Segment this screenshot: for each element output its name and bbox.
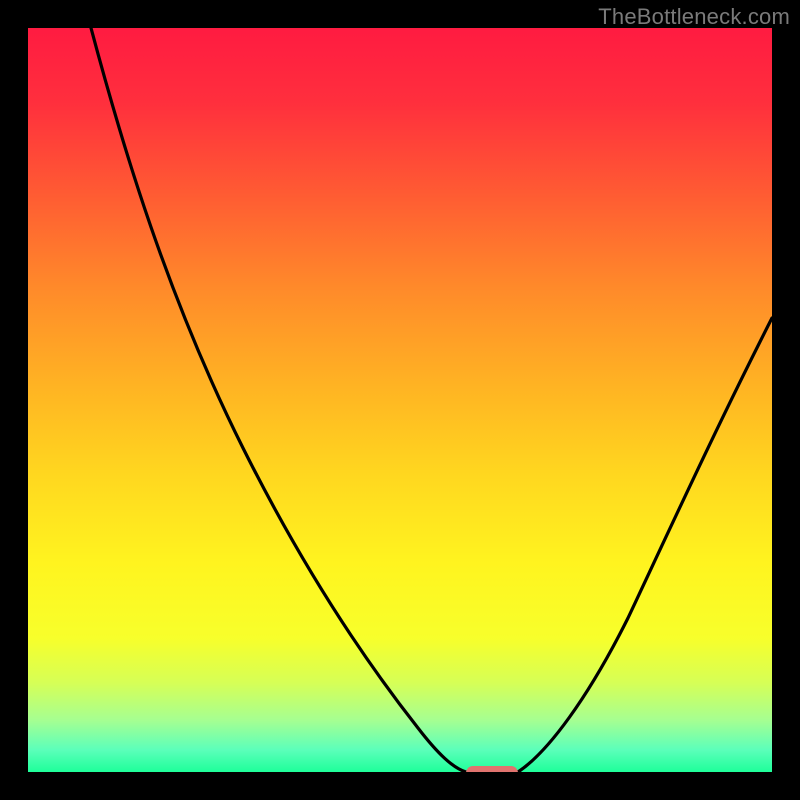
optimal-marker — [466, 766, 518, 772]
bottleneck-chart-svg — [28, 28, 772, 772]
gradient-background — [28, 28, 772, 772]
chart-frame: TheBottleneck.com — [0, 0, 800, 800]
plot-area — [28, 28, 772, 772]
watermark-text: TheBottleneck.com — [598, 4, 790, 30]
